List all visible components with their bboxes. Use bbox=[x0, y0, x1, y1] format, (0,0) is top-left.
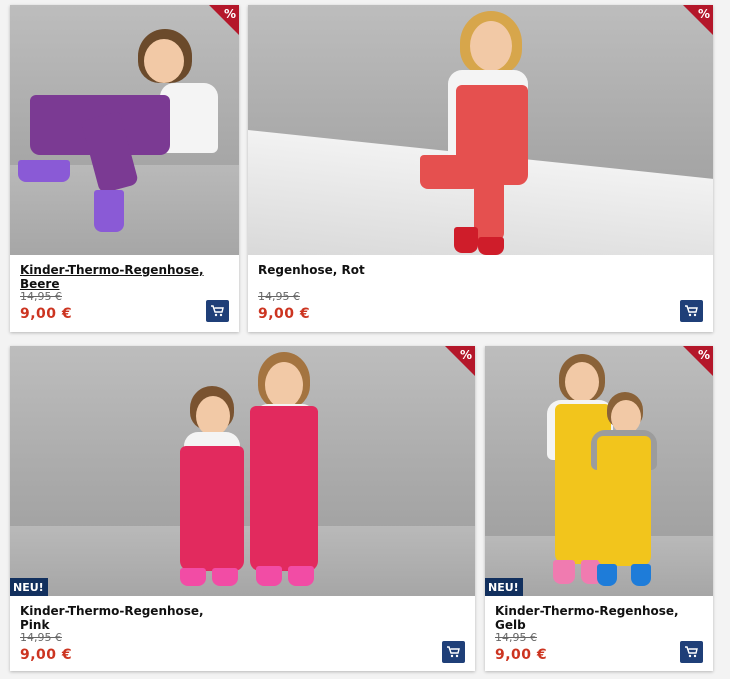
new-badge: NEU! bbox=[10, 578, 48, 596]
product-card-rot[interactable]: % Regenhose, Rot 14,95 € 9,00 € bbox=[248, 5, 713, 332]
new-price: 9,00 € bbox=[20, 306, 73, 322]
new-badge: NEU! bbox=[485, 578, 523, 596]
product-card-pink[interactable]: % NEU! Kinder-Thermo-Regenhose, Pink 14,… bbox=[10, 346, 475, 671]
old-price: 14,95 € bbox=[20, 290, 62, 303]
product-image[interactable]: % NEU! bbox=[10, 346, 475, 596]
shopping-cart-icon bbox=[685, 305, 698, 317]
old-price: 14,95 € bbox=[258, 290, 300, 303]
new-price: 9,00 € bbox=[258, 306, 311, 322]
product-card-gelb[interactable]: % NEU! Kinder-Thermo-Regenhose, Gelb 14,… bbox=[485, 346, 713, 671]
product-image[interactable]: % bbox=[10, 5, 239, 255]
add-to-cart-button[interactable] bbox=[442, 641, 465, 663]
add-to-cart-button[interactable] bbox=[680, 641, 703, 663]
add-to-cart-button[interactable] bbox=[680, 300, 703, 322]
product-image[interactable]: % bbox=[248, 5, 713, 255]
product-title[interactable]: Kinder-Thermo-Regenhose, Gelb bbox=[495, 604, 691, 632]
product-card-beere[interactable]: % Kinder-Thermo-Regenhose, Beere 14,95 €… bbox=[10, 5, 239, 332]
old-price: 14,95 € bbox=[20, 631, 62, 644]
sale-badge-label: % bbox=[697, 348, 710, 362]
product-title[interactable]: Kinder-Thermo-Regenhose, Pink bbox=[20, 604, 420, 632]
add-to-cart-button[interactable] bbox=[206, 300, 229, 322]
product-title[interactable]: Regenhose, Rot bbox=[258, 263, 658, 277]
product-image[interactable]: % NEU! bbox=[485, 346, 713, 596]
shopping-cart-icon bbox=[447, 646, 460, 658]
sale-badge-label: % bbox=[223, 7, 236, 21]
shopping-cart-icon bbox=[685, 646, 698, 658]
old-price: 14,95 € bbox=[495, 631, 537, 644]
shopping-cart-icon bbox=[211, 305, 224, 317]
new-price: 9,00 € bbox=[20, 647, 73, 663]
sale-badge-label: % bbox=[459, 348, 472, 362]
sale-badge-label: % bbox=[697, 7, 710, 21]
product-title[interactable]: Kinder-Thermo-Regenhose, Beere bbox=[20, 263, 217, 291]
new-price: 9,00 € bbox=[495, 647, 548, 663]
